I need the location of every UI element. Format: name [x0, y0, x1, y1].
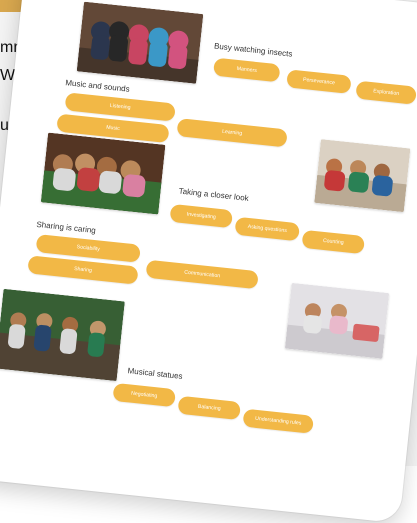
photo-musical-statues: [0, 288, 125, 382]
activity-card-page: Busy watching insects Manners Perseveran…: [0, 0, 417, 523]
photo-busy-watching-insects: [76, 1, 204, 84]
tag-asking-questions: Asking questions: [234, 216, 301, 242]
photo-taking-a-closer-look: [40, 132, 166, 215]
section-title-music-and-sounds: Music and sounds: [64, 78, 131, 94]
tag-balancing: Balancing: [177, 395, 241, 421]
photo-music-and-sounds: [314, 139, 411, 213]
section-title-taking-a-closer-look: Taking a closer look: [178, 186, 250, 203]
tag-negotiating: Negotiating: [112, 382, 176, 408]
tag-exploration: Exploration: [355, 80, 417, 105]
tag-perseverance: Perseverance: [286, 69, 352, 94]
photo-sharing-is-caring: [284, 282, 390, 359]
tag-learning: Learning: [176, 118, 288, 148]
tag-investigating: Investigating: [169, 203, 234, 229]
section-title-busy-watching-insects: Busy watching insects: [213, 41, 293, 59]
tag-counting: Counting: [301, 229, 366, 255]
tag-understanding-rules: Understanding rules: [242, 408, 314, 434]
section-title-sharing-is-caring: Sharing is caring: [35, 219, 97, 236]
section-title-musical-statues: Musical statues: [127, 366, 183, 381]
tag-manners: Manners: [212, 57, 281, 83]
tag-communication: Communication: [145, 259, 259, 290]
